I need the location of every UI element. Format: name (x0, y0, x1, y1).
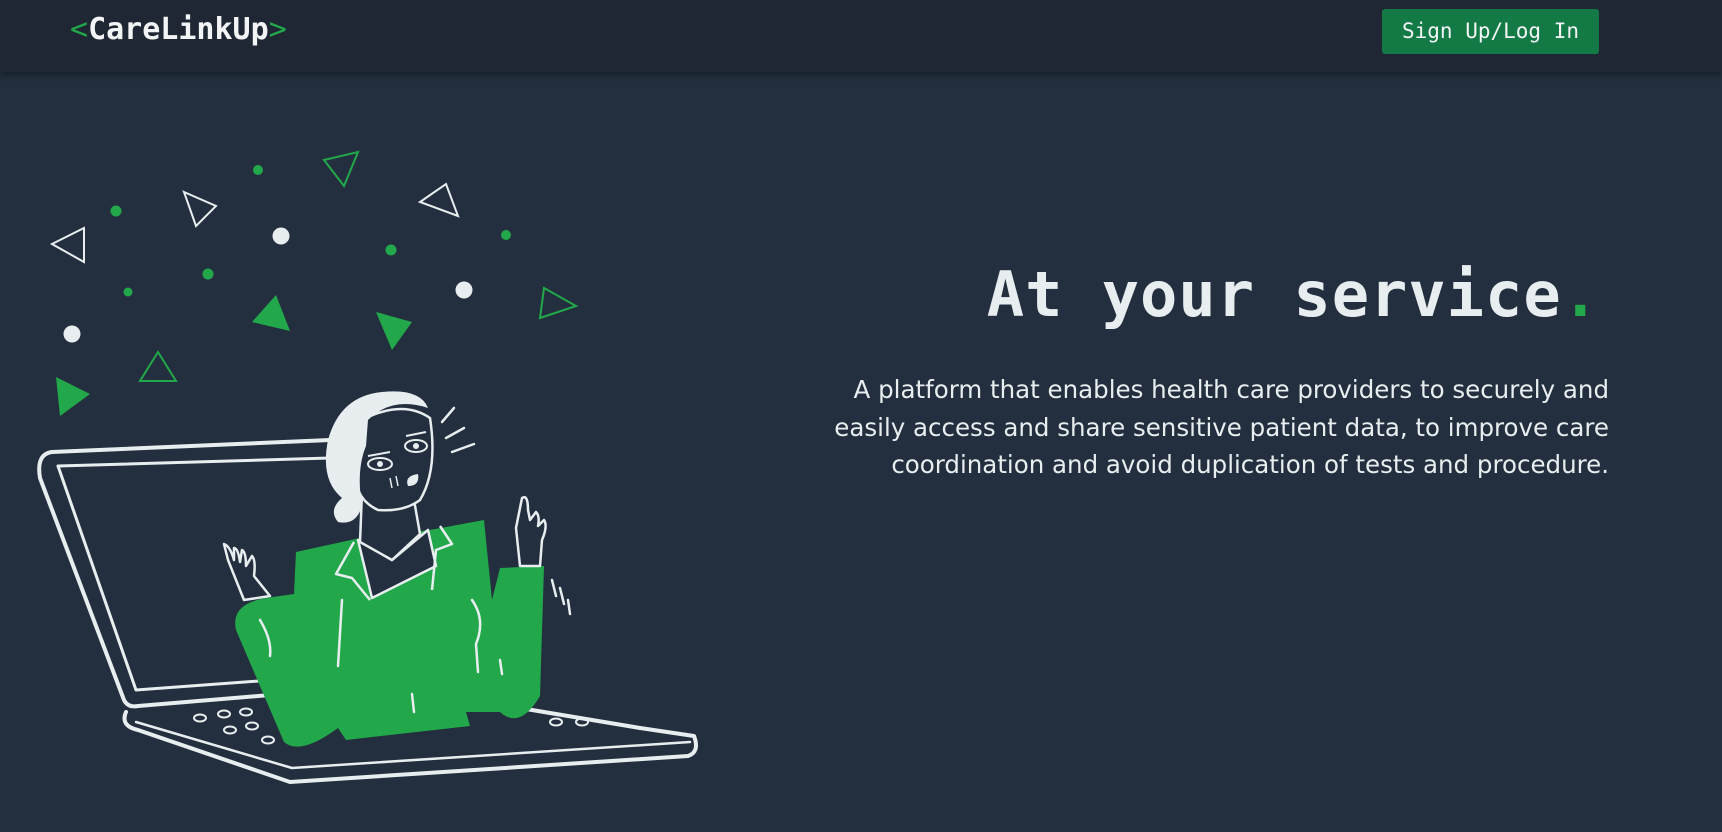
navbar: <CareLinkUp> Sign Up/Log In (0, 0, 1722, 72)
logo-close-bracket: > (268, 12, 287, 47)
signup-login-button[interactable]: Sign Up/Log In (1382, 9, 1599, 54)
logo-text: CareLinkUp (88, 12, 269, 47)
confetti-icon (49, 150, 579, 416)
logo-open-bracket: < (70, 12, 89, 47)
laptop-woman-illustration (37, 150, 698, 784)
hero-title-text: At your service (986, 258, 1562, 331)
hero-description: A platform that enables health care prov… (834, 375, 1609, 479)
hero-title-dot: . (1561, 258, 1600, 331)
hero-title: At your service. (987, 258, 1600, 331)
woman-icon (222, 391, 572, 747)
logo-link[interactable]: <CareLinkUp> (70, 10, 287, 50)
